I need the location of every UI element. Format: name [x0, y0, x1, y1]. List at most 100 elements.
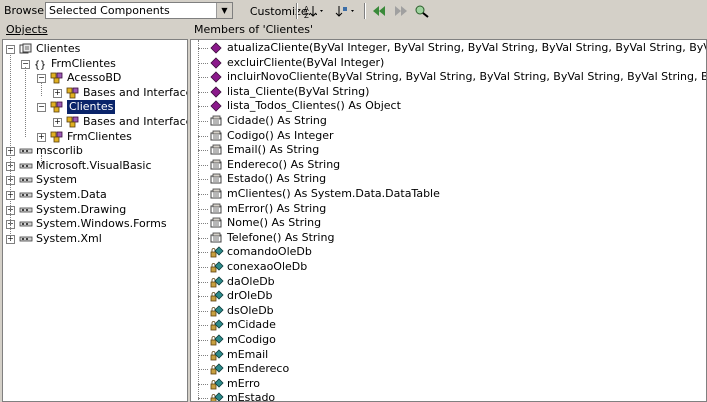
reference-icon	[19, 233, 33, 245]
namespace-icon: {}	[34, 58, 46, 70]
reference-icon	[19, 145, 33, 157]
tree-node-label: System	[36, 173, 78, 187]
tree-node[interactable]: + mscorlib	[3, 144, 187, 158]
tree-node[interactable]: + Bases and Interfaces	[3, 115, 187, 129]
list-connector	[198, 310, 208, 312]
member-item[interactable]: mErro	[191, 377, 706, 391]
tree-node[interactable]: + FrmClientes	[3, 130, 187, 144]
member-item[interactable]: mEstado	[191, 391, 706, 402]
member-item[interactable]: Codigo() As Integer	[191, 129, 706, 143]
browse-combo[interactable]: Selected Components ▼	[45, 2, 233, 19]
private-field-icon	[210, 261, 224, 273]
member-item[interactable]: Estado() As String	[191, 172, 706, 186]
member-item[interactable]: mError() As String	[191, 202, 706, 216]
private-field-icon	[210, 349, 224, 361]
property-icon	[210, 217, 222, 229]
tree-node[interactable]: −{} FrmClientes	[3, 57, 187, 71]
member-item[interactable]: mCodigo	[191, 333, 706, 347]
tree-node-label: System.Data	[36, 188, 107, 201]
list-connector	[198, 208, 208, 210]
tree-node[interactable]: + System.Drawing	[3, 203, 187, 217]
member-label: mErro	[227, 376, 261, 390]
private-field-icon	[210, 319, 224, 331]
member-label: mEstado	[227, 391, 276, 402]
reference-icon	[19, 204, 33, 216]
class-icon	[50, 72, 63, 84]
group-icon[interactable]	[333, 3, 359, 19]
property-icon	[210, 203, 222, 215]
member-label: atualizaCliente(ByVal Integer, ByVal Str…	[227, 41, 706, 54]
member-item[interactable]: mEndereco	[191, 362, 706, 376]
list-connector	[198, 252, 208, 254]
tree-node[interactable]: − Clientes	[3, 100, 187, 115]
reference-icon	[19, 160, 33, 172]
list-connector	[198, 48, 208, 49]
member-item[interactable]: incluirNovoCliente(ByVal String, ByVal S…	[191, 70, 706, 84]
tree-node[interactable]: + Bases and Interfaces	[3, 86, 187, 100]
member-item[interactable]: conexaoOleDb	[191, 260, 706, 274]
tree-node-label: FrmClientes	[51, 56, 116, 70]
class-icon	[50, 101, 63, 113]
property-icon	[210, 144, 222, 156]
member-item[interactable]: comandoOleDb	[191, 245, 706, 259]
member-label: comandoOleDb	[227, 245, 312, 259]
chevron-down-icon[interactable]: ▼	[216, 3, 232, 18]
tree-node[interactable]: + System.Xml	[3, 232, 187, 246]
member-label: lista_Cliente(ByVal String)	[227, 84, 370, 98]
tree-node[interactable]: + System.Windows.Forms	[3, 217, 187, 231]
member-item[interactable]: mClientes() As System.Data.DataTable	[191, 187, 706, 201]
sort-icon[interactable]: AZ	[302, 3, 328, 19]
property-icon	[210, 159, 222, 171]
member-item[interactable]: drOleDb	[191, 289, 706, 303]
tree-node[interactable]: − Clientes	[3, 42, 187, 56]
member-item[interactable]: Cidade() As String	[191, 114, 706, 128]
svg-text:{}: {}	[34, 60, 46, 70]
member-item[interactable]: Telefone() As String	[191, 231, 706, 245]
member-item[interactable]: dsOleDb	[191, 304, 706, 318]
member-item[interactable]: mEmail	[191, 348, 706, 362]
tree-node[interactable]: + System	[3, 173, 187, 187]
list-connector	[198, 106, 208, 108]
collapse-icon[interactable]: −	[37, 103, 46, 113]
member-item[interactable]: lista_Cliente(ByVal String)	[191, 85, 706, 99]
private-field-icon	[210, 392, 224, 401]
back-icon[interactable]	[370, 3, 388, 19]
member-label: Nome() As String	[227, 216, 322, 230]
member-item[interactable]: Endereco() As String	[191, 158, 706, 172]
method-icon	[210, 57, 222, 69]
member-label: mClientes() As System.Data.DataTable	[227, 187, 440, 200]
forward-icon[interactable]	[392, 3, 410, 19]
private-field-icon	[210, 305, 224, 317]
list-connector	[198, 223, 208, 225]
expand-icon[interactable]: +	[53, 88, 62, 98]
members-list[interactable]: atualizaCliente(ByVal Integer, ByVal Str…	[190, 39, 707, 402]
class-icon	[50, 131, 63, 143]
list-connector	[198, 121, 208, 122]
private-field-icon	[210, 246, 224, 258]
member-label: Estado() As String	[227, 172, 327, 186]
find-symbol-icon[interactable]	[413, 3, 431, 19]
tree-node[interactable]: − AcessoBD	[3, 71, 187, 85]
tree-connector	[10, 53, 11, 240]
list-connector	[198, 179, 208, 181]
tree-node[interactable]: + Microsoft.VisualBasic	[3, 159, 187, 173]
expand-icon[interactable]: +	[53, 118, 62, 127]
property-icon	[210, 173, 222, 185]
list-connector	[198, 77, 208, 79]
list-connector	[198, 194, 208, 195]
objects-tree[interactable]: − Clientes −{} FrmClientes − AcessoBD + Bases a…	[2, 39, 188, 402]
member-item[interactable]: daOleDb	[191, 275, 706, 289]
list-connector	[198, 296, 208, 298]
list-connector	[198, 325, 208, 327]
tree-node-label: Bases and Interfaces	[83, 115, 188, 128]
member-item[interactable]: Email() As String	[191, 143, 706, 157]
list-connector	[198, 150, 208, 152]
member-item[interactable]: Nome() As String	[191, 216, 706, 230]
member-item[interactable]: mCidade	[191, 318, 706, 332]
member-item[interactable]: excluirCliente(ByVal Integer)	[191, 56, 706, 70]
tree-node[interactable]: + System.Data	[3, 188, 187, 202]
member-label: Cidade() As String	[227, 114, 327, 127]
expand-icon[interactable]: +	[37, 132, 46, 142]
member-item[interactable]: lista_Todos_Clientes() As Object	[191, 99, 706, 113]
member-item[interactable]: atualizaCliente(ByVal Integer, ByVal Str…	[191, 41, 706, 55]
